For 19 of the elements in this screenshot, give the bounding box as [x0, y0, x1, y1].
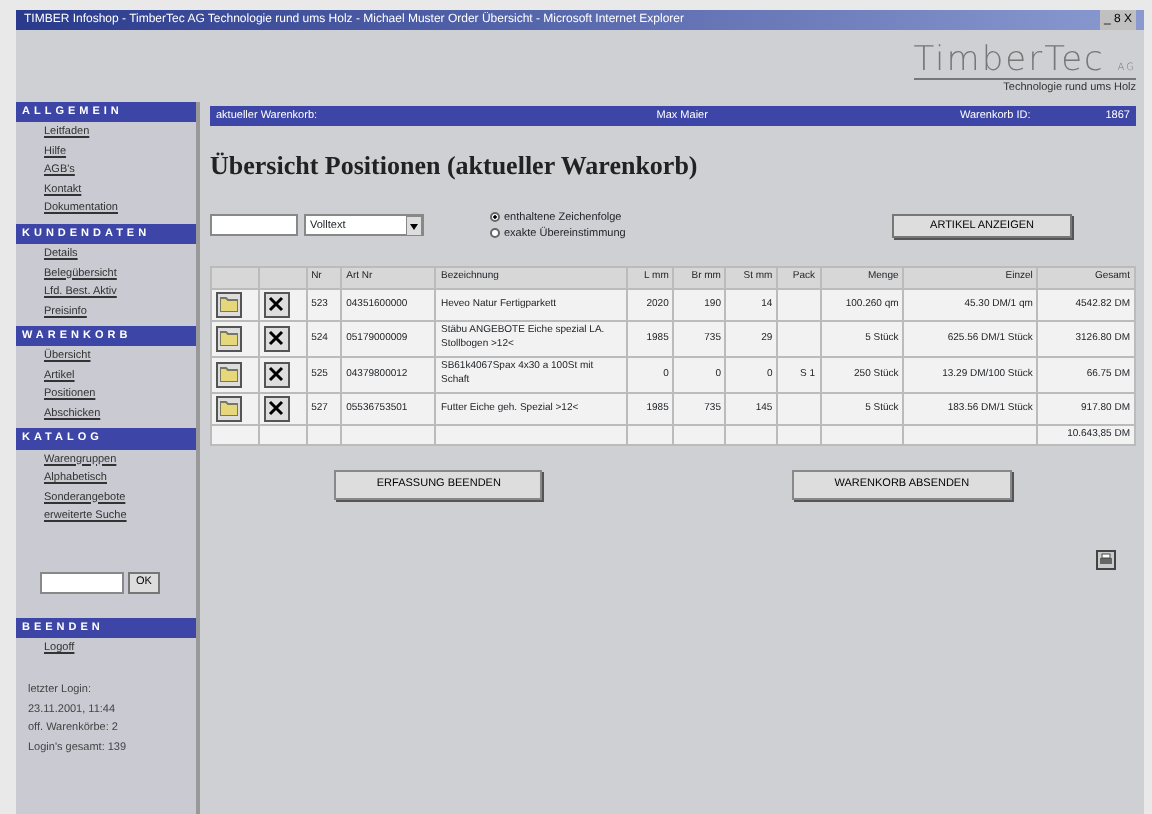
radio-button[interactable] [490, 228, 500, 239]
search-field[interactable] [210, 214, 298, 237]
radio-button[interactable] [490, 212, 500, 223]
page-heading: Übersicht Positionen (aktueller Warenkorb) [210, 148, 700, 185]
caret-icon [406, 215, 422, 236]
delete-icon [268, 366, 285, 383]
print-icon[interactable] [1096, 549, 1116, 569]
edit-button[interactable] [216, 291, 242, 318]
delete-button[interactable] [263, 291, 290, 318]
delete-button[interactable] [263, 325, 290, 352]
edit-button[interactable] [216, 395, 242, 422]
search-field[interactable] [40, 571, 124, 593]
edit-button[interactable] [216, 325, 242, 352]
delete-button[interactable] [263, 361, 290, 388]
delete-icon [268, 330, 285, 347]
edit-button[interactable] [216, 361, 242, 388]
delete-button[interactable] [263, 395, 290, 422]
delete-icon [268, 296, 285, 313]
delete-icon [268, 400, 285, 417]
